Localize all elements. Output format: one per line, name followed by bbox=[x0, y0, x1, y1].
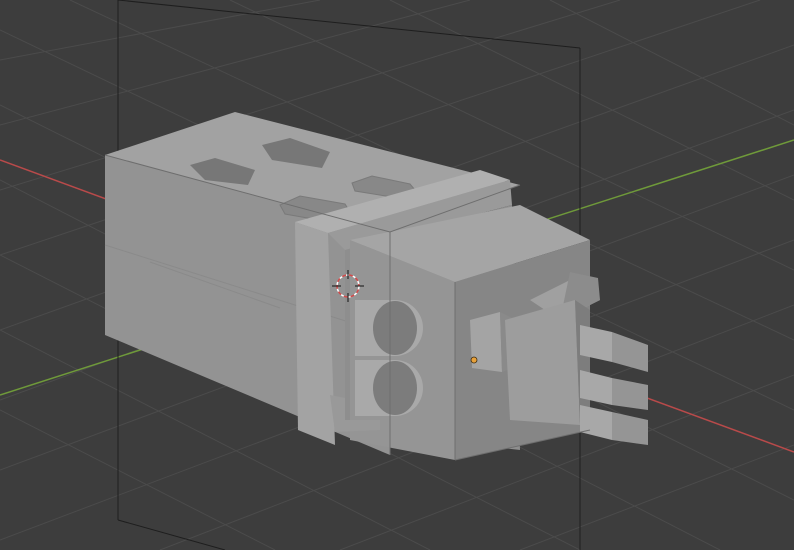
terminal-pins bbox=[580, 325, 648, 445]
connector-model[interactable] bbox=[104, 112, 648, 461]
viewport-canvas[interactable] bbox=[0, 0, 794, 550]
3d-viewport[interactable] bbox=[0, 0, 794, 550]
object-origin-icon bbox=[470, 356, 478, 364]
terminal-housing-face bbox=[505, 300, 580, 425]
